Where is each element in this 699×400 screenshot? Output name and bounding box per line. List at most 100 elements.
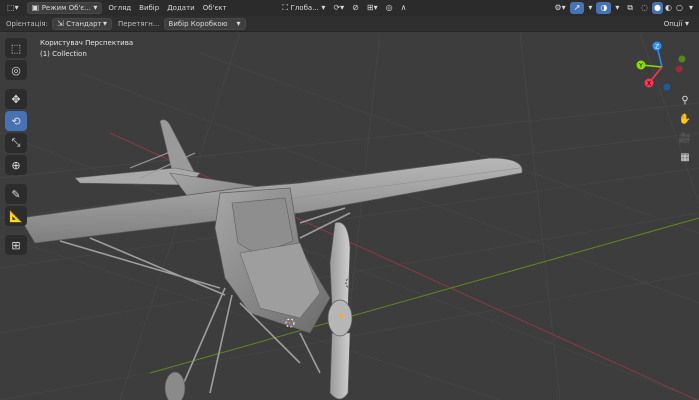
gizmo-y-label: Y (638, 63, 643, 70)
gizmo-neg-x[interactable] (675, 65, 683, 73)
options-button[interactable]: Опції ▾ (660, 18, 693, 30)
snap-icon: ⊘ (352, 3, 359, 12)
gizmo-toggle[interactable]: ↗ (569, 2, 585, 14)
menu-object[interactable]: Об'єкт (199, 2, 231, 14)
falloff-dropdown[interactable]: ∧ (397, 2, 411, 14)
view3d-icon: ⬚ (7, 3, 15, 12)
falloff-icon: ∧ (400, 3, 407, 12)
chevron-down-icon: ▾ (588, 3, 593, 12)
orientation-icon: ⇲ (56, 18, 67, 28)
material-shading-icon: ◐ (665, 3, 672, 12)
chevron-down-icon: ▾ (615, 3, 620, 12)
chevron-down-icon: ▾ (236, 18, 241, 28)
xray-toggle[interactable]: ⧉ (623, 2, 637, 14)
viewport-info: Користувач Перспектива (1) Collection (40, 38, 133, 60)
chevron-down-icon: ▾ (14, 3, 19, 12)
chevron-down-icon: ▾ (682, 18, 689, 28)
cursor-icon: ◎ (11, 63, 21, 77)
overlay-dropdown[interactable]: ▾ (611, 2, 623, 14)
proportional-edit-icon: ◎ (385, 3, 393, 12)
transform-orientation-label: Глоба... (290, 4, 319, 12)
shading-rendered[interactable]: ○ (674, 2, 685, 14)
wireframe-shading-icon: ◌ (641, 3, 649, 12)
options-label: Опції (663, 19, 683, 28)
gizmo-neg-z[interactable] (663, 83, 671, 91)
orientation-icon: ⛶ (282, 3, 291, 12)
collection-name: (1) Collection (40, 50, 87, 58)
drag-label: Перетягн... (117, 19, 160, 28)
shading-wireframe[interactable]: ◌ (637, 2, 652, 14)
snap-target-dropdown[interactable]: ⊞▾ (363, 2, 382, 14)
object-mode-icon: ▣ (31, 3, 42, 12)
proportional-edit-toggle[interactable]: ◎ (382, 2, 397, 14)
viewport-header: ⬚ ▾ ▣ Режим Об'є... ▾ Огляд Вибір Додати … (0, 0, 699, 16)
zoom-button[interactable]: ⚲ (675, 91, 695, 109)
mode-label: Режим Об'є... (41, 4, 91, 12)
visibility-icon: ⚙▾ (554, 3, 566, 12)
tool-annotate[interactable]: ✎ (5, 184, 27, 204)
shading-solid[interactable]: ● (652, 2, 664, 14)
menu-view[interactable]: Огляд (104, 2, 135, 14)
add-cube-icon: ⊞ (11, 238, 21, 252)
snap-toggle[interactable]: ⊘ (348, 2, 363, 14)
chevron-down-icon: ▾ (318, 3, 326, 12)
overlay-toggle[interactable]: ◑ (596, 2, 612, 14)
ortho-toggle-button[interactable]: ▦ (675, 148, 695, 166)
tool-measure[interactable]: 📐 (5, 206, 27, 226)
shading-dropdown[interactable]: ▾ (685, 2, 697, 14)
orientation-dropdown[interactable]: ⇲ Стандарт ▾ (51, 17, 112, 30)
tool-scale[interactable]: ⤡ (5, 133, 27, 153)
rotate-icon: ⟲ (11, 114, 21, 128)
pivot-dropdown[interactable]: ⟳▾ (329, 2, 348, 14)
xray-icon: ⧉ (627, 3, 634, 12)
pivot-icon: ⟳▾ (333, 3, 345, 12)
grid-icon: ▦ (680, 151, 690, 163)
select-box-icon: ⬚ (10, 41, 22, 55)
gizmo-icon: ↗ (573, 3, 581, 12)
annotate-icon: ✎ (11, 187, 21, 201)
chevron-down-icon: ▾ (688, 3, 693, 12)
rendered-shading-icon: ○ (676, 3, 683, 12)
gizmo-neg-y[interactable] (678, 55, 686, 63)
tool-cursor[interactable]: ◎ (5, 60, 27, 80)
3d-viewport[interactable]: Користувач Перспектива (1) Collection ⬚ … (0, 33, 699, 400)
gizmo-x-label: X (647, 81, 651, 88)
drag-dropdown[interactable]: Вибір Коробкою ▾ (163, 17, 246, 30)
scene-render (0, 33, 699, 400)
tool-shelf: ⬚ ◎ ✥ ⟲ ⤡ ⊕ ✎ 📐 ⊞ (5, 38, 27, 255)
tool-transform[interactable]: ⊕ (5, 155, 27, 175)
menu-add[interactable]: Додати (163, 2, 199, 14)
tool-select-box[interactable]: ⬚ (5, 38, 27, 58)
tool-rotate[interactable]: ⟲ (5, 111, 27, 131)
camera-view-button[interactable]: 🎥 (675, 129, 695, 147)
chevron-down-icon: ▾ (90, 3, 98, 12)
view-name: Користувач Перспектива (40, 39, 134, 47)
tool-add-cube[interactable]: ⊞ (5, 235, 27, 255)
tool-move[interactable]: ✥ (5, 89, 27, 109)
mode-dropdown[interactable]: ▣ Режим Об'є... ▾ (26, 2, 103, 14)
visibility-dropdown[interactable]: ⚙▾ (550, 2, 569, 14)
orientation-value: Стандарт (66, 19, 102, 28)
editor-type-button[interactable]: ⬚ ▾ (3, 2, 23, 14)
solid-shading-icon: ● (654, 3, 662, 12)
tool-options-bar: Орієнтація: ⇲ Стандарт ▾ Перетягн... Вибі… (0, 16, 699, 32)
gizmo-z-label: Z (655, 44, 659, 51)
drag-value: Вибір Коробкою (168, 19, 228, 28)
snap-target-icon: ⊞▾ (366, 3, 378, 12)
overlay-icon: ◑ (600, 3, 608, 12)
menu-select[interactable]: Вибір (135, 2, 163, 14)
shading-material[interactable]: ◐ (663, 2, 674, 14)
navigation-gizmo[interactable]: Z Y X (627, 37, 697, 97)
object-origin (339, 314, 343, 318)
hand-icon: ✋ (678, 113, 692, 125)
pan-button[interactable]: ✋ (675, 110, 695, 128)
transform-icon: ⊕ (11, 158, 21, 172)
zoom-icon: ⚲ (681, 94, 689, 106)
gizmo-dropdown[interactable]: ▾ (584, 2, 596, 14)
chevron-down-icon: ▾ (102, 18, 107, 28)
measure-icon: 📐 (9, 209, 23, 223)
transform-orientation-dropdown[interactable]: ⛶ Глоба... ▾ (278, 2, 329, 14)
orientation-label: Орієнтація: (6, 19, 48, 28)
camera-icon: 🎥 (678, 132, 692, 144)
move-icon: ✥ (11, 92, 21, 106)
